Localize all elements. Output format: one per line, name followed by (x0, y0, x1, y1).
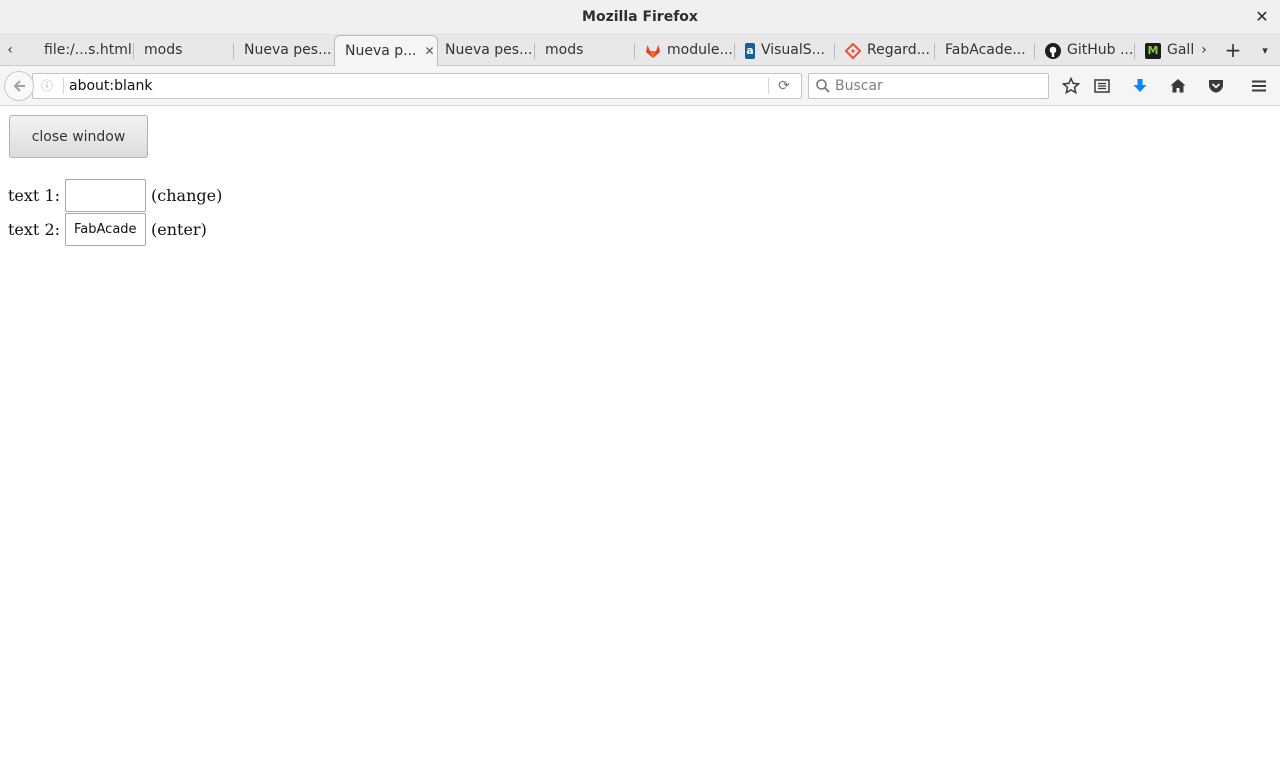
git-icon (844, 42, 862, 59)
bookmark-star-icon[interactable] (1061, 76, 1081, 96)
tab-label: Regard... (867, 42, 930, 58)
page-info-icon[interactable]: ⓘ (39, 78, 55, 94)
navigation-toolbar: ⓘ about:blank ⟳ (0, 66, 1280, 106)
tab[interactable]: file:/...s.html (34, 35, 134, 66)
page-content: close window text 1: (change) text 2: (e… (0, 106, 1280, 771)
tab-list: file:/...s.html mods Nueva pes... Nueva … (22, 35, 1194, 66)
gitlab-icon (645, 43, 661, 59)
back-arrow-icon (13, 80, 25, 92)
tab[interactable]: FabAcade... (935, 35, 1035, 66)
search-icon (815, 78, 831, 94)
text1-row: text 1: (change) (8, 179, 222, 212)
tab[interactable]: a VisualS... (735, 35, 835, 66)
hamburger-menu-icon[interactable] (1249, 76, 1269, 96)
text1-hint: (change) (151, 186, 223, 205)
window-title: Mozilla Firefox (582, 9, 698, 25)
tab[interactable]: M Galle (1135, 35, 1194, 66)
tab-label: mods (144, 42, 183, 58)
back-button[interactable] (4, 71, 34, 101)
tab-label: file:/...s.html (44, 42, 132, 58)
home-icon[interactable] (1168, 76, 1188, 96)
tab-label: Nueva pes... (244, 42, 332, 58)
reload-icon[interactable]: ⟳ (775, 77, 793, 95)
text2-label: text 2: (8, 220, 61, 239)
tab-scroll-left-icon[interactable]: ‹ (0, 35, 20, 66)
tab-label: mods (545, 42, 584, 58)
tab-label: FabAcade... (945, 42, 1026, 58)
tab-label: module... (667, 42, 733, 58)
github-icon (1045, 42, 1061, 59)
tab-label: GitHub ... (1067, 42, 1134, 58)
tab-label: Nueva pes... (445, 42, 533, 58)
all-tabs-dropdown-icon[interactable]: ▾ (1254, 35, 1276, 66)
a-icon: a (745, 42, 755, 59)
close-window-button[interactable]: close window (9, 115, 148, 158)
text2-hint: (enter) (151, 220, 207, 239)
tab[interactable]: mods (134, 35, 234, 66)
tab[interactable]: mods (535, 35, 635, 66)
tab-strip: ‹ file:/...s.html mods Nueva pes... Nuev… (0, 35, 1280, 66)
tab-label: Nueva p... (345, 43, 417, 59)
text2-row: text 2: (enter) (8, 213, 207, 246)
tab-scroll-right-icon[interactable]: › (1194, 35, 1214, 66)
search-bar[interactable] (808, 73, 1049, 99)
m-icon: M (1145, 42, 1161, 59)
tab[interactable]: module... (635, 35, 735, 66)
window-close-icon[interactable]: ✕ (1254, 9, 1270, 25)
tab[interactable]: Nueva pes... (234, 35, 334, 66)
tab[interactable]: Regard... (835, 35, 935, 66)
tab[interactable]: Nueva pes... (435, 35, 535, 66)
search-input[interactable] (833, 75, 1043, 97)
download-icon[interactable] (1130, 76, 1150, 96)
tab-label: Galle (1167, 42, 1194, 58)
tab-label: VisualS... (760, 42, 825, 58)
url-bar[interactable]: ⓘ about:blank ⟳ (32, 73, 802, 99)
new-tab-icon[interactable]: + (1220, 35, 1246, 66)
tab-close-icon[interactable]: ✕ (425, 36, 435, 66)
text1-label: text 1: (8, 186, 61, 205)
tab[interactable]: GitHub ... (1035, 35, 1135, 66)
tab-active[interactable]: Nueva p... ✕ (334, 35, 438, 66)
text2-input[interactable] (65, 213, 147, 246)
window-titlebar: Mozilla Firefox ✕ (0, 0, 1280, 35)
reading-list-icon[interactable] (1092, 76, 1112, 96)
text1-input[interactable] (65, 179, 147, 212)
pocket-icon[interactable] (1206, 76, 1226, 96)
url-text[interactable]: about:blank (69, 74, 152, 98)
